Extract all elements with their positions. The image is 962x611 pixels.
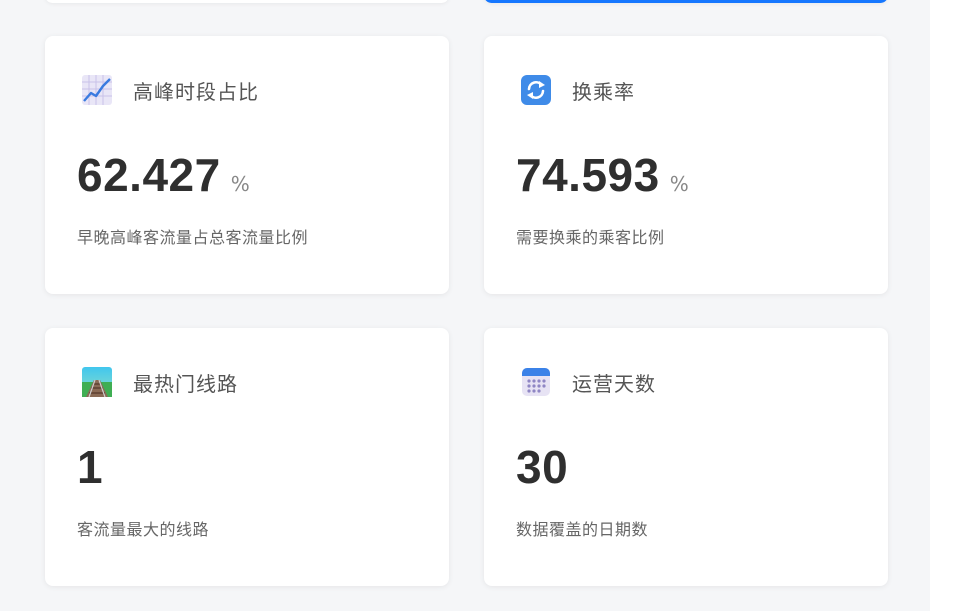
stat-card-hottest-line: 最热门线路 1 客流量最大的线路 — [45, 328, 449, 586]
partial-card-top-left — [45, 0, 449, 3]
stats-panel: 高峰时段占比 62.427 % 早晚高峰客流量占总客流量比例 换乘率 74.59… — [0, 0, 930, 611]
card-title: 运营天数 — [572, 371, 656, 396]
card-description: 早晚高峰客流量占总客流量比例 — [77, 228, 309, 247]
value-row: 1 — [77, 440, 113, 494]
stat-card-peak-ratio: 高峰时段占比 62.427 % 早晚高峰客流量占总客流量比例 — [45, 36, 449, 294]
partial-card-top-right — [484, 0, 888, 3]
stat-card-transfer-rate: 换乘率 74.593 % 需要换乘的乘客比例 — [484, 36, 888, 294]
card-title: 换乘率 — [572, 79, 635, 104]
card-description: 数据覆盖的日期数 — [516, 520, 649, 539]
arrows-cycle-icon — [520, 74, 552, 106]
stat-unit: % — [669, 172, 689, 196]
value-row: 30 — [516, 440, 578, 494]
card-title: 最热门线路 — [133, 371, 238, 396]
card-header: 换乘率 — [520, 74, 635, 106]
card-header: 高峰时段占比 — [81, 74, 259, 106]
stat-value: 30 — [516, 441, 569, 493]
card-header: 运营天数 — [520, 366, 656, 398]
stat-value: 62.427 — [77, 149, 221, 201]
stat-value: 74.593 — [516, 149, 660, 201]
value-row: 74.593 % — [516, 148, 689, 202]
calendar-icon — [520, 366, 552, 398]
card-header: 最热门线路 — [81, 366, 238, 398]
card-description: 需要换乘的乘客比例 — [516, 228, 665, 247]
stat-card-operating-days: 运营天数 30 数据覆盖的日期数 — [484, 328, 888, 586]
chart-increasing-icon — [81, 74, 113, 106]
value-row: 62.427 % — [77, 148, 250, 202]
stat-value: 1 — [77, 441, 104, 493]
card-description: 客流量最大的线路 — [77, 520, 210, 539]
railway-track-icon — [81, 366, 113, 398]
stat-unit: % — [230, 172, 250, 196]
card-title: 高峰时段占比 — [133, 79, 259, 104]
